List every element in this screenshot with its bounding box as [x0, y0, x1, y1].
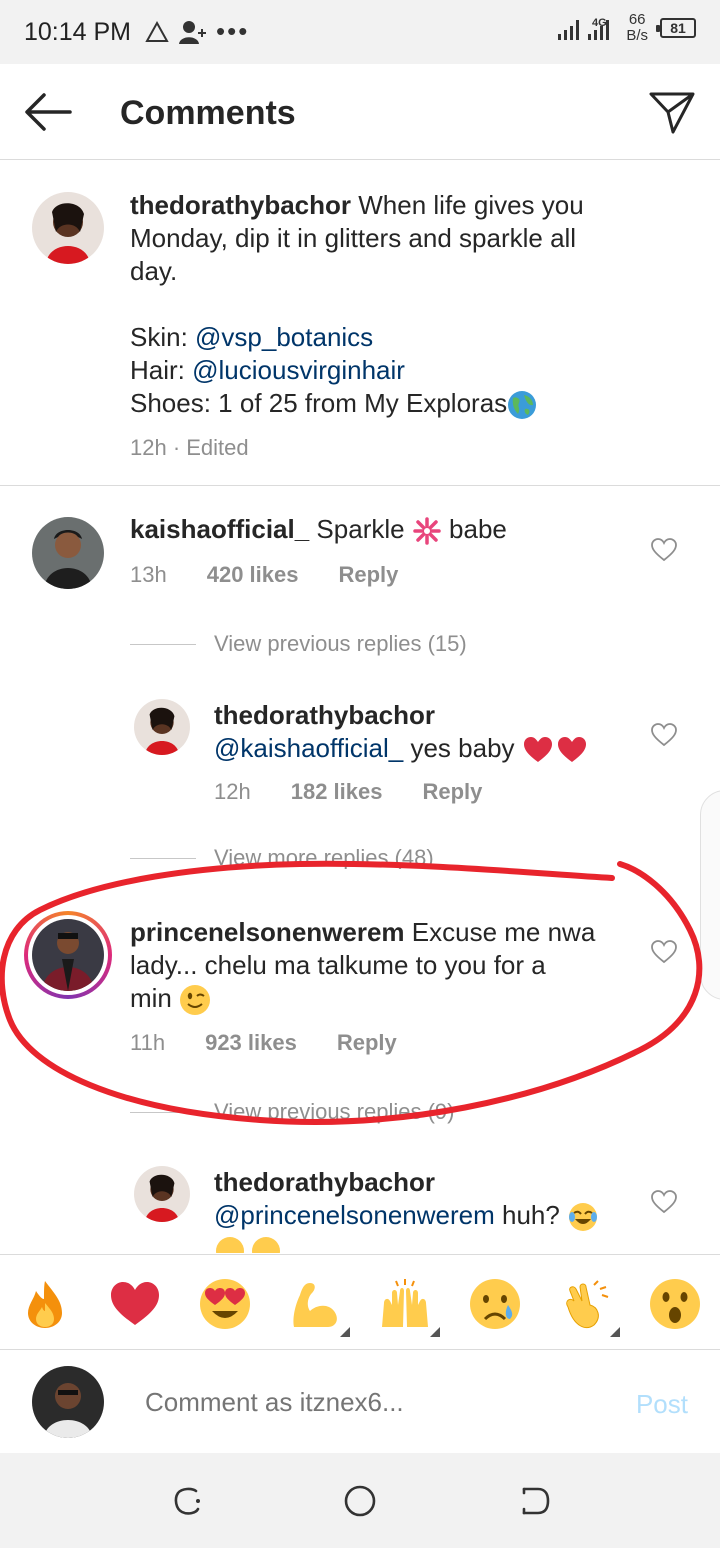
heart-eyes-icon — [200, 1279, 250, 1329]
globe-emoji-icon — [508, 391, 537, 420]
reply-text: thedorathybachor @princenelsonenwerem hu… — [214, 1166, 634, 1253]
red-heart-emoji-icon — [523, 737, 586, 763]
view-previous-replies[interactable]: View previous replies (9) — [130, 1099, 454, 1125]
reply-button[interactable]: Reply — [338, 562, 398, 588]
profile-photo — [32, 192, 104, 264]
system-nav-bar — [0, 1453, 720, 1548]
comment-composer: Post — [0, 1351, 720, 1453]
emoji-clapping-button[interactable] — [558, 1277, 620, 1337]
scroll-handle[interactable] — [700, 790, 720, 1000]
comment-input[interactable] — [145, 1387, 585, 1418]
like-heart-icon[interactable] — [651, 940, 677, 964]
reply-username[interactable]: thedorathybachor — [214, 1166, 634, 1199]
tears-of-joy-emoji-icon — [569, 1203, 598, 1232]
mention-link[interactable]: @vsp_botanics — [195, 322, 373, 352]
mention-link[interactable]: @luciousvirginhair — [192, 355, 405, 385]
raising-hands-icon — [382, 1279, 428, 1327]
profile-photo — [32, 1366, 104, 1438]
emoji-crying-button[interactable] — [468, 1277, 522, 1331]
app-header: Comments — [0, 64, 720, 160]
status-bar: 10:14 PM ••• 4G 66 B/s 81 — [0, 0, 720, 64]
alert-triangle-icon — [145, 20, 169, 42]
post-button[interactable]: Post — [636, 1389, 688, 1420]
arrow-left-icon — [25, 93, 72, 131]
emoji-heart-eyes-button[interactable] — [198, 1277, 252, 1331]
view-more-replies[interactable]: View more replies (48) — [130, 847, 434, 869]
page-title: Comments — [120, 94, 296, 132]
share-button[interactable] — [648, 88, 696, 136]
reply-meta: 12h 182 likes Reply — [214, 779, 483, 805]
post-caption: thedorathybachor When life gives you Mon… — [130, 189, 670, 420]
likes-count[interactable]: 923 likes — [205, 1030, 297, 1056]
astonished-face-icon — [650, 1279, 700, 1329]
reply-text: thedorathybachor @kaishaofficial_ yes ba… — [214, 699, 634, 765]
recent-apps-icon[interactable] — [170, 1483, 206, 1519]
likes-count[interactable]: 420 likes — [207, 562, 299, 588]
fire-icon — [28, 1281, 62, 1328]
avatar[interactable] — [32, 517, 104, 589]
emoji-astonished-button[interactable] — [648, 1277, 702, 1331]
comment-meta: 13h 420 likes Reply — [130, 562, 399, 588]
caption-meta: 12h · Edited — [130, 435, 249, 460]
status-time: 10:14 PM — [24, 18, 132, 46]
back-nav-icon[interactable] — [516, 1483, 552, 1519]
signal-icon: 4G — [558, 17, 610, 40]
profile-photo — [32, 919, 104, 991]
like-heart-icon[interactable] — [651, 723, 677, 747]
home-icon[interactable] — [342, 1483, 378, 1519]
winking-face-emoji-icon — [180, 985, 211, 1016]
view-previous-replies[interactable]: View previous replies (15) — [130, 631, 467, 657]
crying-face-icon — [470, 1279, 520, 1329]
divider — [0, 485, 720, 486]
network-type-label: 4G — [592, 17, 607, 29]
reply-button[interactable]: Reply — [422, 779, 482, 805]
emoji-fire-button[interactable] — [18, 1277, 72, 1331]
battery-icon: 81 — [656, 18, 696, 38]
back-button[interactable] — [20, 86, 76, 138]
comments-list[interactable]: thedorathybachor When life gives you Mon… — [0, 161, 720, 1253]
reply-username[interactable]: thedorathybachor — [214, 699, 634, 732]
emoji-raising-hands-button[interactable] — [378, 1277, 440, 1337]
caption-username[interactable]: thedorathybachor — [130, 190, 351, 220]
comment-text: kaishaofficial_ Sparkle babe — [130, 513, 630, 546]
comment-username[interactable]: kaishaofficial_ — [130, 514, 309, 544]
add-user-icon — [179, 20, 206, 44]
profile-photo — [134, 1166, 190, 1222]
like-heart-icon[interactable] — [651, 1190, 677, 1214]
more-notifications-icon: ••• — [216, 16, 250, 46]
story-avatar[interactable] — [24, 911, 112, 999]
reply-button[interactable]: Reply — [337, 1030, 397, 1056]
emoji-heart-button[interactable] — [108, 1277, 162, 1331]
comment-text: princenelsonenwerem Excuse me nwa lady..… — [130, 916, 650, 1016]
avatar[interactable] — [32, 192, 104, 264]
sparkle-emoji-icon — [413, 517, 441, 545]
red-heart-icon — [111, 1282, 159, 1325]
paper-plane-icon — [649, 92, 695, 134]
mention-link[interactable]: @kaishaofficial_ — [214, 733, 403, 763]
network-speed: 66 B/s — [626, 11, 648, 44]
flexed-biceps-icon — [293, 1283, 337, 1327]
comment-meta: 11h 923 likes Reply — [130, 1030, 397, 1056]
comment-username[interactable]: princenelsonenwerem — [130, 917, 405, 947]
like-heart-icon[interactable] — [651, 538, 677, 562]
profile-photo — [32, 517, 104, 589]
avatar[interactable] — [134, 699, 190, 755]
avatar[interactable] — [134, 1166, 190, 1222]
clapping-hands-icon — [566, 1280, 609, 1329]
likes-count[interactable]: 182 likes — [291, 779, 383, 805]
emoji-biceps-button[interactable] — [288, 1277, 350, 1337]
mention-link[interactable]: @princenelsonenwerem — [214, 1200, 495, 1230]
current-user-avatar — [32, 1366, 104, 1438]
emoji-quick-bar — [0, 1254, 720, 1350]
profile-photo — [134, 699, 190, 755]
tears-of-joy-emoji-icon — [216, 1237, 280, 1253]
